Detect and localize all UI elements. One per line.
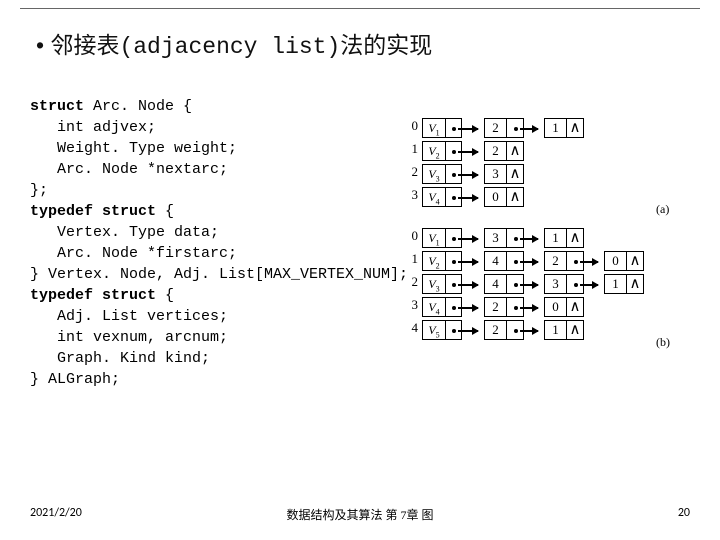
vertex-box: V4 — [422, 297, 446, 317]
arc-node: 2 — [484, 320, 524, 340]
vertex-box: V2 — [422, 251, 446, 271]
arc-node: 3 — [544, 274, 584, 294]
arc-node: 1∧ — [544, 228, 584, 248]
row-index: 0 — [406, 118, 418, 134]
row-index: 4 — [406, 320, 418, 336]
arc-node: 2∧ — [484, 141, 524, 161]
row-index: 2 — [406, 274, 418, 290]
footer-center: 数据结构及其算法 第 7章 图 — [0, 506, 720, 523]
arc-node: 1∧ — [544, 118, 584, 138]
title-zh1: 邻接表 — [50, 32, 119, 58]
arc-node: 1∧ — [604, 274, 644, 294]
arc-node: 0∧ — [484, 187, 524, 207]
adjacency-diagram: 0V121∧1V22∧2V33∧3V40∧(a)0V131∧1V2420∧2V3… — [406, 118, 704, 370]
vertex-box: V3 — [422, 274, 446, 294]
vertex-box: V5 — [422, 320, 446, 340]
row-index: 1 — [406, 251, 418, 267]
vertex-box: V3 — [422, 164, 446, 184]
arc-node: 0∧ — [544, 297, 584, 317]
arc-node: 2 — [484, 297, 524, 317]
arc-node: 4 — [484, 251, 524, 271]
footer-page: 20 — [678, 506, 690, 520]
vertex-box: V1 — [422, 118, 446, 138]
bullet: • — [36, 32, 44, 58]
arc-node: 2 — [544, 251, 584, 271]
arc-node: 3 — [484, 228, 524, 248]
arc-node: 2 — [484, 118, 524, 138]
row-index: 3 — [406, 187, 418, 203]
row-index: 3 — [406, 297, 418, 313]
diagram-caption: (b) — [656, 335, 670, 350]
diagram-caption: (a) — [656, 202, 669, 217]
row-index: 2 — [406, 164, 418, 180]
vertex-box: V1 — [422, 228, 446, 248]
arc-node: 4 — [484, 274, 524, 294]
vertex-box: V2 — [422, 141, 446, 161]
title-zh2: 法的实现 — [340, 32, 432, 58]
footer: 2021/2/20 数据结构及其算法 第 7章 图 20 — [0, 506, 720, 522]
title-paren: (adjacency list) — [119, 34, 340, 60]
row-index: 1 — [406, 141, 418, 157]
code-block: struct Arc. Node { int adjvex; Weight. T… — [30, 96, 408, 390]
arc-node: 1∧ — [544, 320, 584, 340]
arc-node: 3∧ — [484, 164, 524, 184]
row-index: 0 — [406, 228, 418, 244]
vertex-box: V4 — [422, 187, 446, 207]
arc-node: 0∧ — [604, 251, 644, 271]
